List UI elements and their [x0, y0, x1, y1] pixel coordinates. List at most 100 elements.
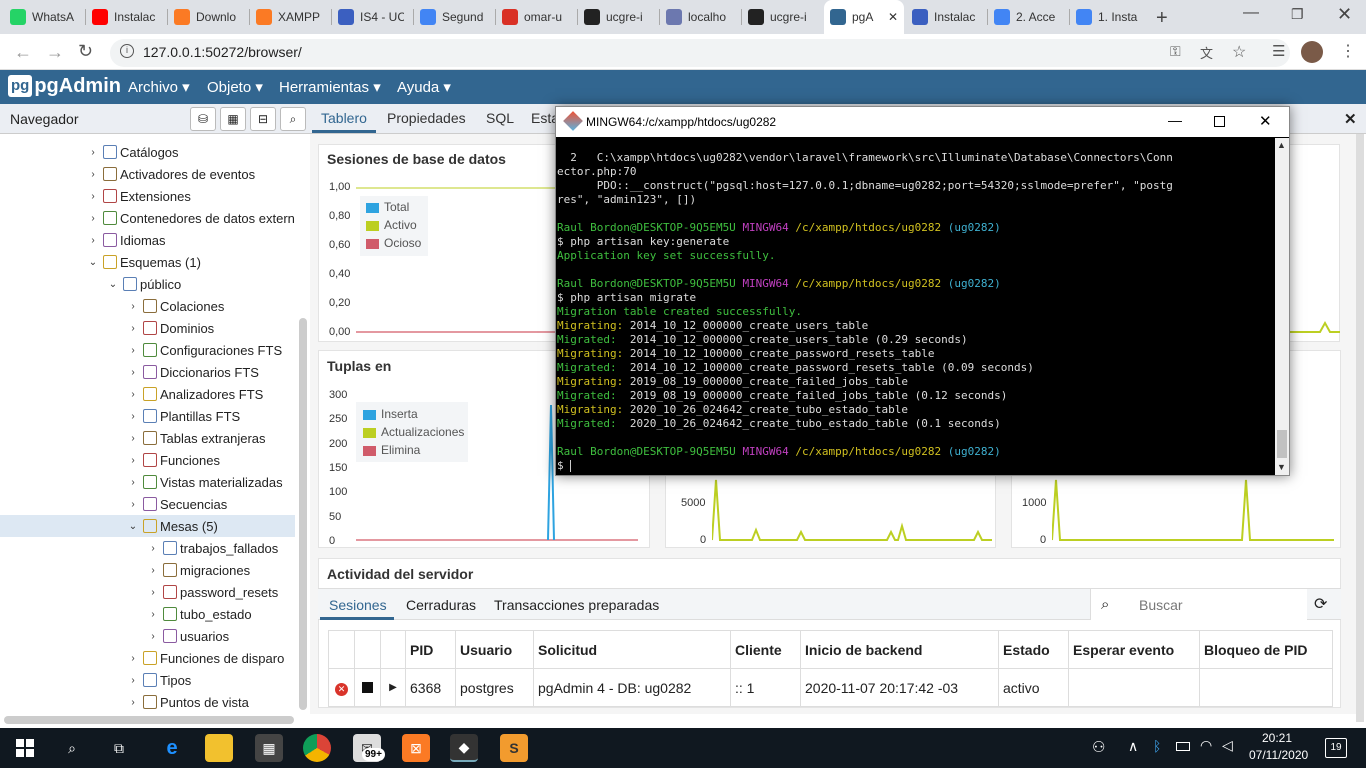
scroll-thumb[interactable]	[1277, 430, 1287, 458]
tree-node[interactable]: › Contenedores de datos extern	[0, 207, 295, 229]
table-row[interactable]: ✕ ▶ 6368 postgres pgAdmin 4 - DB: ug0282…	[328, 668, 1333, 707]
activity-search-box[interactable]	[1090, 589, 1307, 620]
search-objects-icon[interactable]: ⌕	[280, 107, 306, 131]
search-taskbar-icon[interactable]: ⌕	[58, 734, 86, 762]
tree-node[interactable]: › migraciones	[0, 559, 295, 581]
terminal-window[interactable]: MINGW64:/c/xampp/htdocs/ug0282 — ✕ 2 C:\…	[555, 106, 1290, 476]
close-tab-icon[interactable]: ✕	[1344, 110, 1357, 128]
tree-horizontal-scrollbar[interactable]	[4, 716, 294, 724]
bookmark-star-icon[interactable]: ☆	[1232, 42, 1246, 62]
scroll-down-arrow[interactable]: ▼	[1277, 462, 1286, 472]
browser-tab[interactable]: WhatsA	[4, 0, 84, 34]
close-window-button[interactable]: ✕	[1337, 4, 1352, 25]
activity-tab-sesiones[interactable]: Sesiones	[329, 597, 387, 613]
browser-tab[interactable]: ucgre-i	[742, 0, 822, 34]
tree-node-toggle[interactable]: ⌄	[86, 257, 100, 268]
bluetooth-icon[interactable]: ᛒ	[1153, 738, 1161, 754]
volume-icon[interactable]: ◁	[1222, 737, 1233, 754]
browser-tab[interactable]: XAMPP	[250, 0, 330, 34]
tree-node-toggle[interactable]: ›	[146, 609, 160, 620]
tree-node[interactable]: › Dominios	[0, 317, 295, 339]
tree-node-toggle[interactable]: ›	[86, 191, 100, 202]
tree-node[interactable]: › tubo_estado	[0, 603, 295, 625]
tree-node[interactable]: › Vistas materializadas	[0, 471, 295, 493]
forward-button[interactable]: →	[46, 42, 64, 63]
new-tab-button[interactable]: +	[1156, 7, 1168, 30]
tree-node-toggle[interactable]: ›	[146, 587, 160, 598]
tree-node[interactable]: › Puntos de vista	[0, 691, 295, 712]
tree-node[interactable]: ⌄ Esquemas (1)	[0, 251, 295, 273]
tree-node[interactable]: › Diccionarios FTS	[0, 361, 295, 383]
people-icon[interactable]: ⚇	[1092, 738, 1105, 756]
tree-node-toggle[interactable]: ›	[86, 235, 100, 246]
task-view-icon[interactable]: ⧉	[105, 734, 133, 762]
tree-node-toggle[interactable]: ›	[126, 301, 140, 312]
browser-tab[interactable]: Instalac	[906, 0, 986, 34]
menu-objeto[interactable]: Objeto ▾	[207, 78, 263, 96]
browser-tab[interactable]: omar-u	[496, 0, 576, 34]
terminal-close-button[interactable]: ✕	[1259, 112, 1272, 130]
reading-list-icon[interactable]: ☰	[1272, 42, 1285, 60]
tree-node-toggle[interactable]: ›	[86, 213, 100, 224]
cancel-query-icon[interactable]	[354, 668, 381, 707]
tree-node[interactable]: › Secuencias	[0, 493, 295, 515]
tree-node-toggle[interactable]: ›	[126, 389, 140, 400]
tree-node[interactable]: › Plantillas FTS	[0, 405, 295, 427]
tree-node[interactable]: › Tipos	[0, 669, 295, 691]
tree-node-toggle[interactable]: ›	[126, 433, 140, 444]
store-icon[interactable]: ▦	[255, 734, 283, 762]
tree-node[interactable]: › trabajos_fallados	[0, 537, 295, 559]
key-icon[interactable]: ⚿	[1170, 43, 1181, 60]
browser-tab[interactable]: Segund	[414, 0, 494, 34]
tab-sql[interactable]: SQL	[486, 110, 514, 126]
url-text[interactable]: 127.0.0.1:50272/browser/	[143, 44, 302, 60]
terminal-titlebar[interactable]: MINGW64:/c/xampp/htdocs/ug0282 — ✕	[556, 107, 1289, 137]
refresh-icon[interactable]: ⟳	[1314, 594, 1327, 614]
tree-node[interactable]: › Funciones	[0, 449, 295, 471]
site-info-icon[interactable]: i	[120, 44, 134, 58]
close-tab-icon[interactable]: ✕	[888, 10, 898, 24]
browser-tab[interactable]: IS4 - UC	[332, 0, 412, 34]
menu-ayuda[interactable]: Ayuda ▾	[397, 78, 451, 96]
tree-node[interactable]: › Idiomas	[0, 229, 295, 251]
view-data-icon[interactable]: ▦	[220, 107, 246, 131]
tree-node-toggle[interactable]: ›	[146, 565, 160, 576]
sublime-taskbar-icon[interactable]: S	[500, 734, 528, 762]
terminate-session-icon[interactable]: ✕	[328, 668, 355, 707]
clock-date[interactable]: 07/11/2020	[1249, 748, 1308, 762]
tree-node[interactable]: › Analizadores FTS	[0, 383, 295, 405]
tree-node-toggle[interactable]: ›	[126, 653, 140, 664]
tree-node-toggle[interactable]: ›	[126, 455, 140, 466]
translate-icon[interactable]: 文	[1200, 43, 1213, 62]
tree-node-toggle[interactable]: ›	[86, 147, 100, 158]
wifi-icon[interactable]: ◠	[1200, 737, 1212, 754]
browser-tab[interactable]: pgA ✕	[824, 0, 904, 34]
tree-node-toggle[interactable]: ⌄	[106, 279, 120, 290]
tree-node-toggle[interactable]: ›	[146, 543, 160, 554]
battery-icon[interactable]	[1176, 742, 1190, 751]
tree-node[interactable]: › Funciones de disparo	[0, 647, 295, 669]
tree-vertical-scrollbar[interactable]	[299, 318, 307, 710]
browser-tab[interactable]: 1. Insta	[1070, 0, 1150, 34]
terminal-maximize-button[interactable]	[1214, 116, 1225, 127]
tree-node-toggle[interactable]: ›	[86, 169, 100, 180]
back-button[interactable]: ←	[14, 42, 32, 63]
tree-node-toggle[interactable]: ›	[126, 477, 140, 488]
tree-node-toggle[interactable]: ›	[126, 697, 140, 708]
clock-time[interactable]: 20:21	[1262, 731, 1292, 745]
profile-avatar[interactable]	[1301, 41, 1323, 63]
minimize-window-button[interactable]: —	[1243, 4, 1259, 22]
notification-center-icon[interactable]: 19	[1325, 738, 1347, 758]
tree-node-toggle[interactable]: ›	[126, 499, 140, 510]
file-explorer-icon[interactable]	[205, 734, 233, 762]
tab-propiedades[interactable]: Propiedades	[387, 110, 466, 126]
tree-node-toggle[interactable]: ⌄	[126, 521, 140, 532]
start-button[interactable]	[16, 739, 34, 757]
reload-button[interactable]: ↻	[78, 41, 93, 62]
restore-window-button[interactable]: ❐	[1291, 6, 1304, 23]
tree-node-toggle[interactable]: ›	[126, 323, 140, 334]
browser-menu-icon[interactable]: ⋮	[1340, 41, 1356, 61]
tree-node[interactable]: ⌄ Mesas (5)	[0, 515, 295, 537]
expand-row-icon[interactable]: ▶	[380, 668, 406, 707]
tree-node[interactable]: › Colaciones	[0, 295, 295, 317]
